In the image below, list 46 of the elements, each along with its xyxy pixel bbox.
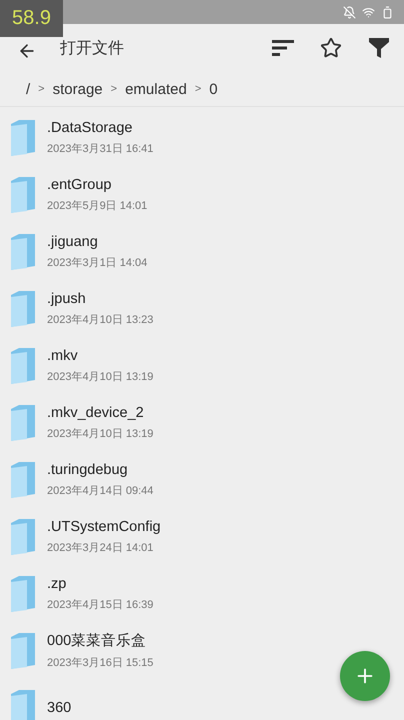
modified-date: 2023年4月15日 16:39 <box>47 598 154 612</box>
modified-date: 2023年3月1日 14:04 <box>47 256 148 270</box>
path-segment[interactable]: 0 <box>209 80 218 98</box>
folder-icon <box>9 574 37 614</box>
folder-icon <box>9 288 37 328</box>
modified-date: 2023年4月10日 13:19 <box>47 370 154 384</box>
folder-name: .jiguang <box>47 234 99 250</box>
folder-name: 360 <box>47 700 72 716</box>
folder-name: .zp <box>47 576 68 592</box>
modified-date: 2023年3月16日 15:15 <box>47 656 154 670</box>
modified-date: 2023年4月10日 13:23 <box>47 312 154 326</box>
folder-name: .entGroup <box>47 176 112 192</box>
folder-icon <box>9 174 37 214</box>
path-segment[interactable]: emulated <box>125 80 187 98</box>
folder-icon <box>9 402 37 442</box>
folder-name: .DataStorage <box>47 120 134 136</box>
filter-button[interactable] <box>366 35 392 61</box>
folder-name: 000菜菜音乐盒 <box>47 632 148 650</box>
folder-icon <box>9 516 37 556</box>
modified-date: 2023年5月9日 14:01 <box>47 198 148 212</box>
path-segment[interactable]: storage <box>52 80 103 98</box>
battery-icon <box>381 6 394 18</box>
path-separator: > <box>194 83 202 95</box>
path-segment[interactable]: / <box>26 80 30 98</box>
folder-name: .turingdebug <box>47 462 129 478</box>
folder-icon <box>9 460 37 500</box>
folder-icon <box>9 630 37 670</box>
toolbar-title: 打开文件 <box>60 38 125 58</box>
path-separator: > <box>38 83 45 95</box>
folder-icon <box>9 346 37 386</box>
folder-name: .UTSystemConfig <box>47 518 161 534</box>
folder-name: .mkv <box>47 348 79 364</box>
modified-date: 2023年4月14日 09:44 <box>47 484 154 498</box>
fps-counter: 58.9 <box>0 0 63 37</box>
folder-name: .jpush <box>47 290 87 306</box>
folder-icon <box>9 232 37 272</box>
folder-name: .mkv_device_2 <box>47 404 145 420</box>
modified-date: 2023年3月24日 14:01 <box>47 540 154 554</box>
folder-icon <box>9 118 37 158</box>
modified-date: 2023年3月31日 16:41 <box>47 142 154 156</box>
path-separator: > <box>110 83 118 95</box>
folder-icon <box>9 688 37 720</box>
bell-off-icon <box>343 6 356 18</box>
add-button[interactable] <box>340 651 390 701</box>
modified-date: 2023年4月10日 13:19 <box>47 426 154 440</box>
wifi-icon <box>362 6 375 18</box>
